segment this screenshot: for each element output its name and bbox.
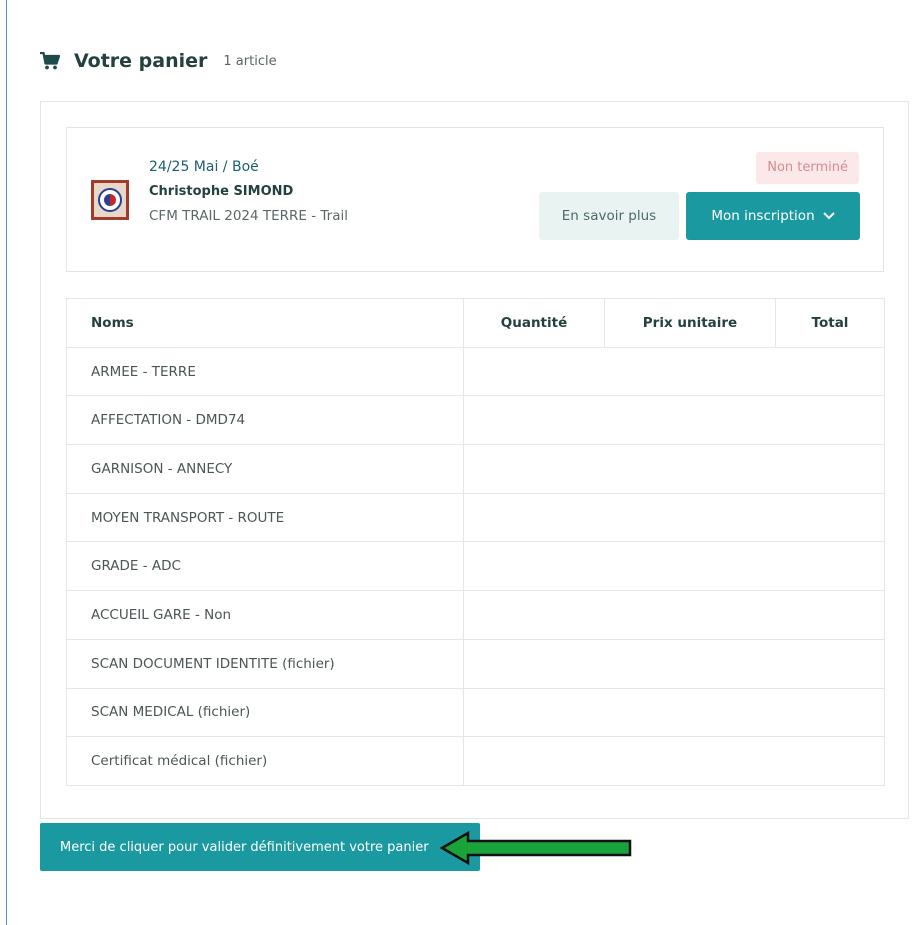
- table-row: Certificat médical (fichier): [66, 736, 885, 786]
- row-values: [463, 687, 885, 738]
- my-registration-button[interactable]: Mon inscription: [686, 192, 860, 240]
- event-logo: [91, 180, 129, 220]
- column-header-name: Noms: [66, 298, 464, 348]
- row-name: MOYEN TRANSPORT - ROUTE: [66, 492, 464, 543]
- learn-more-button[interactable]: En savoir plus: [539, 192, 679, 240]
- row-values: [463, 590, 885, 640]
- row-name: AFFECTATION - DMD74: [66, 395, 464, 446]
- row-name: ACCUEIL GARE - Non: [66, 590, 464, 640]
- row-values: [463, 492, 885, 543]
- table-row: ACCUEIL GARE - Non: [66, 590, 885, 640]
- row-values: [463, 346, 885, 397]
- event-card: 24/25 Mai / Boé Christophe SIMOND CFM TR…: [66, 127, 884, 272]
- table-row: SCAN MEDICAL (fichier): [66, 687, 885, 738]
- column-header-unit-price: Prix unitaire: [604, 298, 776, 348]
- cart-item-count: 1 article: [223, 53, 277, 69]
- status-badge: Non terminé: [756, 152, 859, 184]
- cart-header: Votre panier 1 article: [40, 50, 277, 72]
- row-values: [463, 638, 885, 689]
- my-registration-label: Mon inscription: [711, 208, 815, 224]
- row-name: ARMEE - TERRE: [66, 346, 464, 397]
- validate-cart-button[interactable]: Merci de cliquer pour valider définitive…: [40, 823, 480, 871]
- table-row: AFFECTATION - DMD74: [66, 395, 885, 446]
- chevron-down-icon: [822, 212, 835, 220]
- row-name: GARNISON - ANNECY: [66, 444, 464, 494]
- row-values: [463, 395, 885, 446]
- column-header-quantity: Quantité: [463, 298, 605, 348]
- shopping-cart-icon: [40, 52, 60, 70]
- row-name: SCAN DOCUMENT IDENTITE (fichier): [66, 638, 464, 689]
- row-values: [463, 541, 885, 592]
- race-name: CFM TRAIL 2024 TERRE - Trail: [149, 208, 348, 224]
- table-row: MOYEN TRANSPORT - ROUTE: [66, 492, 885, 543]
- items-table: Noms Quantité Prix unitaire Total ARMEE …: [66, 298, 885, 786]
- table-row: GRADE - ADC: [66, 541, 885, 592]
- row-values: [463, 444, 885, 494]
- table-row: GARNISON - ANNECY: [66, 444, 885, 494]
- table-header-row: Noms Quantité Prix unitaire Total: [66, 298, 885, 348]
- row-name: GRADE - ADC: [66, 541, 464, 592]
- table-row: ARMEE - TERRE: [66, 346, 885, 397]
- participant-name: Christophe SIMOND: [149, 184, 294, 199]
- event-date-place: 24/25 Mai / Boé: [149, 159, 259, 175]
- page-title: Votre panier: [74, 50, 208, 72]
- row-name: Certificat médical (fichier): [66, 736, 464, 786]
- table-row: SCAN DOCUMENT IDENTITE (fichier): [66, 638, 885, 689]
- row-name: SCAN MEDICAL (fichier): [66, 687, 464, 738]
- annotation-arrow: [440, 830, 632, 866]
- row-values: [463, 736, 885, 786]
- column-header-total: Total: [775, 298, 885, 348]
